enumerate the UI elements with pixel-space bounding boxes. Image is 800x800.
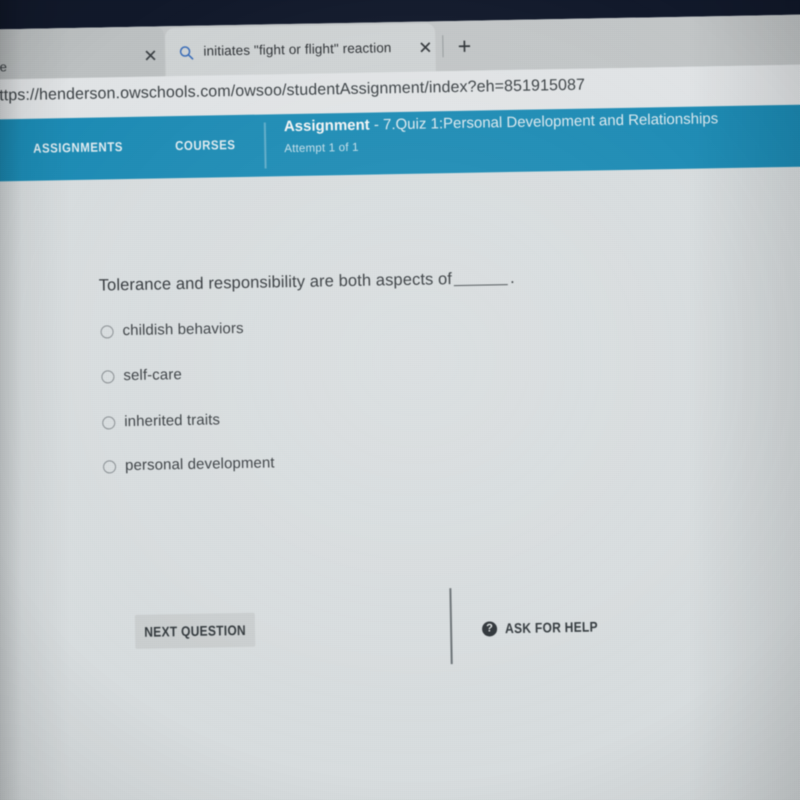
close-icon[interactable]: ✕: [141, 46, 159, 65]
screen-surface: are ✕ initiates "fight or flight" reacti…: [0, 0, 800, 800]
browser-tab-partial-label: are: [0, 59, 8, 75]
blank-underline: [453, 273, 509, 287]
attempt-counter: Attempt 1 of 1: [284, 141, 359, 156]
nav-item-assignments[interactable]: ASSIGNMENTS: [33, 139, 123, 156]
footer-divider: [449, 588, 453, 665]
option-label: self-care: [123, 366, 182, 385]
radio-button-icon[interactable]: [102, 460, 117, 474]
nav-item-courses[interactable]: COURSES: [175, 137, 236, 153]
new-tab-icon[interactable]: +: [453, 33, 475, 59]
search-icon: [178, 45, 194, 61]
photo-of-screen: are ✕ initiates "fight or flight" reacti…: [0, 0, 800, 800]
option-label: personal development: [124, 454, 275, 475]
radio-button-icon[interactable]: [102, 416, 116, 430]
next-question-button[interactable]: NEXT QUESTION: [134, 612, 256, 649]
question-suffix: .: [509, 268, 515, 288]
option-label: childish behaviors: [122, 319, 244, 340]
radio-button-icon[interactable]: [101, 370, 115, 384]
question-prefix: Tolerance and responsibility are both as…: [98, 270, 453, 295]
ask-for-help-button[interactable]: ASK FOR HELP: [505, 618, 598, 636]
close-icon[interactable]: ✕: [416, 38, 434, 57]
assignment-label: Assignment: [283, 116, 370, 136]
question-text: Tolerance and responsibility are both as…: [99, 269, 515, 296]
question-mark-icon[interactable]: ?: [481, 621, 498, 637]
option-label: inherited traits: [124, 411, 221, 431]
browser-tab-partial[interactable]: [0, 26, 165, 81]
next-question-label: NEXT QUESTION: [144, 621, 247, 640]
radio-button-icon[interactable]: [100, 325, 114, 339]
